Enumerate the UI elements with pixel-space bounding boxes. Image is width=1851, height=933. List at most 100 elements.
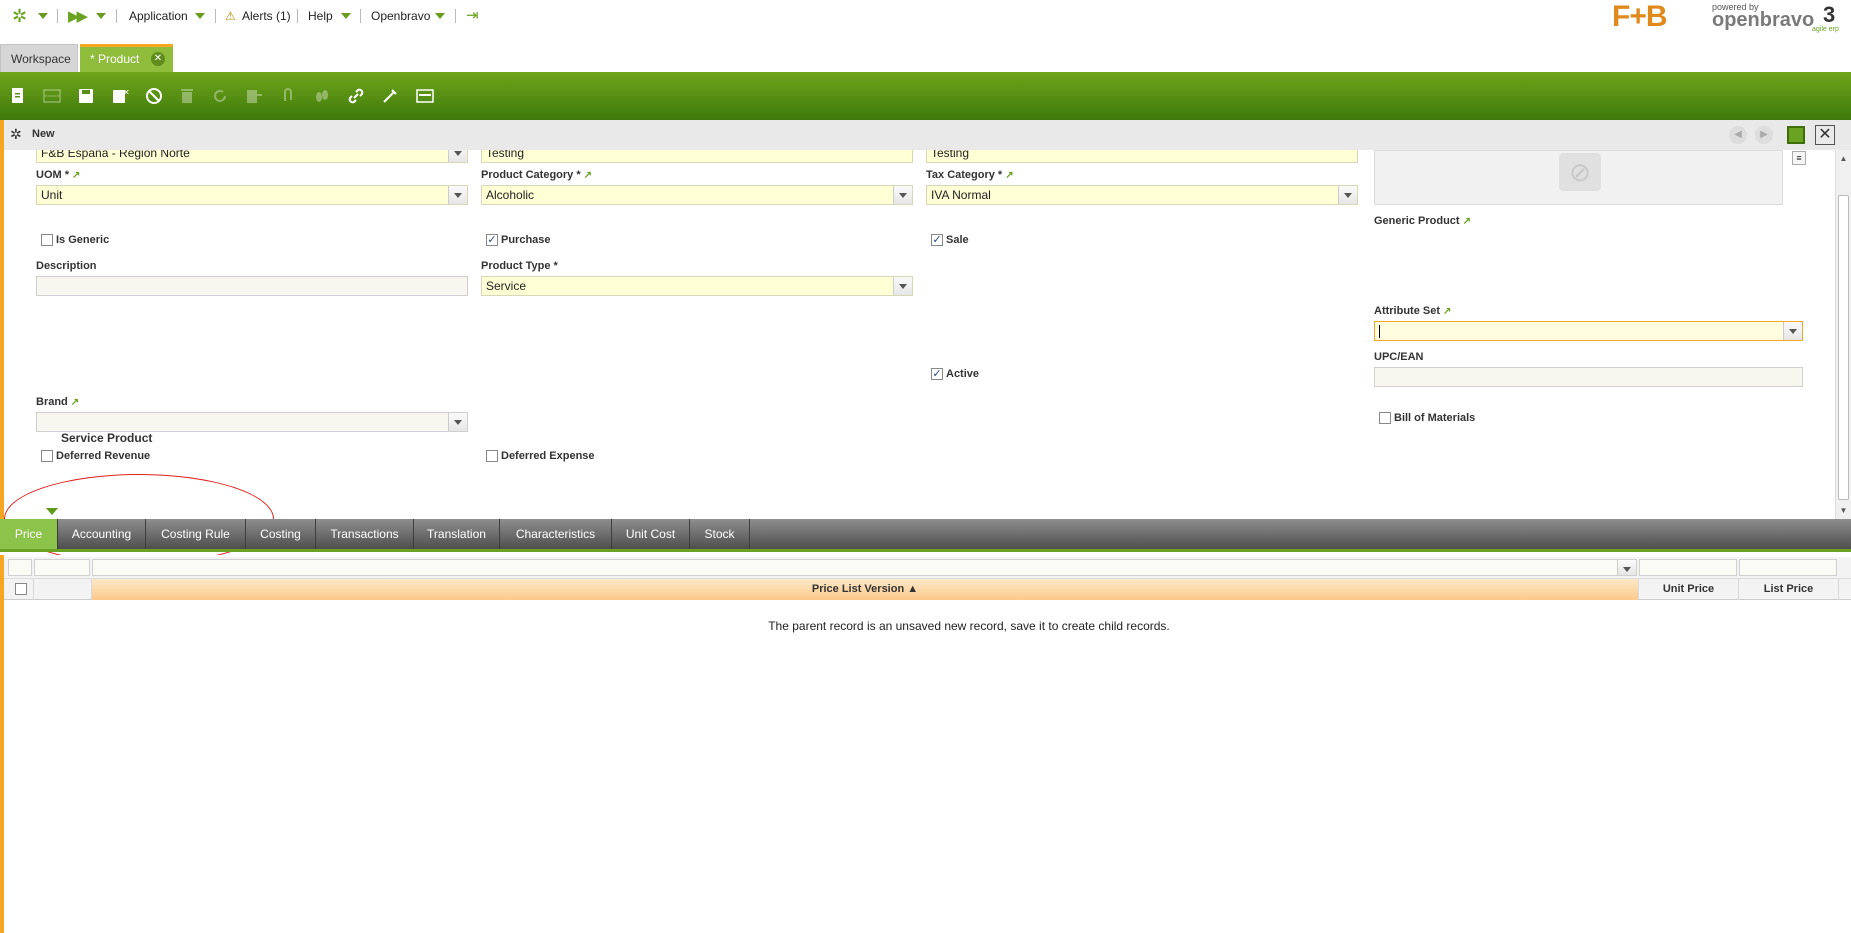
close-icon[interactable]: ✕ [151,52,165,66]
link-icon: ↗ [1005,170,1014,181]
tab-translation[interactable]: Translation [414,519,500,549]
active-checkbox[interactable]: ✓ [931,368,943,380]
new-row-button[interactable] [40,84,64,108]
openbravo-logo: powered by openbravo 3 agile erp [1712,2,1839,33]
separator [455,9,456,23]
product-type-select[interactable]: Service [481,276,913,296]
tab-accounting[interactable]: Accounting [58,519,146,549]
refresh-button[interactable] [208,84,232,108]
list-price-filter[interactable] [1739,559,1837,576]
chevron-down-icon[interactable] [341,13,351,19]
tab-unit-cost[interactable]: Unit Cost [612,519,690,549]
link-icon: ↗ [72,170,81,181]
scrollbar-thumb[interactable] [1838,195,1849,500]
tab-costing[interactable]: Costing [246,519,316,549]
link-button[interactable] [344,84,368,108]
previous-record-icon[interactable]: ◀ [1729,126,1747,144]
tax-category-label: Tax Category * ↗ [926,169,1014,181]
help-menu[interactable]: Help [308,9,333,23]
purchase-checkbox[interactable]: ✓ [486,234,498,246]
unit-price-header[interactable]: Unit Price [1639,579,1739,600]
separator [215,9,216,23]
image-menu-icon[interactable]: ≡ [1792,151,1806,165]
chevron-down-icon[interactable] [435,13,445,19]
tab-stock[interactable]: Stock [690,519,750,549]
chevron-down-icon[interactable] [448,150,467,162]
save-button[interactable] [74,84,98,108]
sale-checkbox[interactable]: ✓ [931,234,943,246]
quick-launch-icon[interactable]: ▶▶ [68,7,88,25]
attach-button[interactable] [276,84,300,108]
name-field[interactable]: Testing [926,150,1358,163]
section-expand-icon[interactable] [46,508,58,515]
is-generic-label: Is Generic [56,234,110,246]
attribute-set-label: Attribute Set ↗ [1374,305,1452,317]
tab-transactions[interactable]: Transactions [316,519,414,549]
next-record-icon[interactable]: ▶ [1755,126,1773,144]
delete-button[interactable] [175,84,199,108]
product-image-box[interactable]: ⊘ ≡ [1374,150,1806,205]
deferred-expense-checkbox[interactable] [486,450,498,462]
user-menu[interactable]: Openbravo [371,9,430,23]
chevron-down-icon[interactable] [893,186,912,204]
tools-button[interactable] [378,84,402,108]
tab-costing-rule[interactable]: Costing Rule [146,519,246,549]
tab-product[interactable]: * Product ✕ [80,44,173,72]
brand-label: Brand ↗ [36,396,80,408]
chevron-down-icon[interactable] [448,413,467,431]
brand-select[interactable] [36,412,468,432]
empty-grid-message: The parent record is an unsaved new reco… [768,619,1170,633]
tax-category-select[interactable]: IVA Normal [926,185,1358,205]
search-key-field[interactable]: Testing [481,150,913,163]
attribute-set-select[interactable] [1374,321,1803,341]
save-close-button[interactable]: ✕ [108,84,132,108]
chevron-down-icon[interactable] [1783,322,1802,340]
close-form-icon[interactable]: ✕ [1815,125,1835,145]
chevron-down-icon[interactable] [38,13,48,19]
price-list-version-header[interactable]: Price List Version ▲ [92,579,1639,600]
organization-field[interactable]: F&B España - Región Norte [36,150,468,163]
scroll-up-icon[interactable]: ▲ [1839,154,1848,163]
export-button[interactable] [242,84,266,108]
new-document-button[interactable] [6,84,30,108]
audit-trail-button[interactable] [310,84,334,108]
service-product-section[interactable]: Service Product [61,431,152,445]
tab-workspace[interactable]: Workspace [0,44,78,72]
description-input[interactable] [36,276,468,296]
list-price-header[interactable]: List Price [1739,579,1839,600]
product-category-select[interactable]: Alcoholic [481,185,913,205]
deferred-revenue-checkbox[interactable] [41,450,53,462]
chevron-down-icon[interactable] [448,186,467,204]
application-menu[interactable]: Application [129,9,188,23]
uom-select[interactable]: Unit [36,185,468,205]
chevron-down-icon[interactable] [1338,186,1357,204]
price-list-version-filter[interactable] [92,559,1637,576]
unit-price-filter[interactable] [1639,559,1737,576]
toggle-view-button[interactable] [413,84,437,108]
warning-icon: ⚠ [225,9,236,23]
separator [57,9,58,23]
tab-characteristics[interactable]: Characteristics [500,519,612,549]
chevron-down-icon[interactable] [1617,560,1636,575]
logout-icon[interactable]: ⇥ [466,6,479,24]
quick-create-icon[interactable]: ✲ [12,6,27,27]
fb-logo: F+B [1612,0,1668,33]
bill-of-materials-checkbox[interactable] [1379,412,1391,424]
chevron-down-icon[interactable] [893,277,912,295]
scroll-down-icon[interactable]: ▼ [1839,506,1848,515]
tab-price[interactable]: Price [0,519,58,549]
link-icon: ↗ [1443,306,1452,317]
is-generic-checkbox[interactable] [41,234,53,246]
alerts-link[interactable]: Alerts (1) [242,9,291,23]
new-record-icon: ✲ [10,126,22,142]
chevron-down-icon[interactable] [195,13,205,19]
cancel-icon [146,88,162,104]
grid-header-row: Price List Version ▲ Unit Price List Pri… [4,579,1851,600]
sale-label: Sale [946,234,969,246]
form-scrollbar[interactable]: ▲ ▼ [1835,150,1851,519]
maximize-icon[interactable] [1787,126,1805,144]
select-all-checkbox[interactable] [15,583,27,595]
undo-button[interactable] [142,84,166,108]
chevron-down-icon[interactable] [96,13,106,19]
upc-input[interactable] [1374,367,1803,387]
